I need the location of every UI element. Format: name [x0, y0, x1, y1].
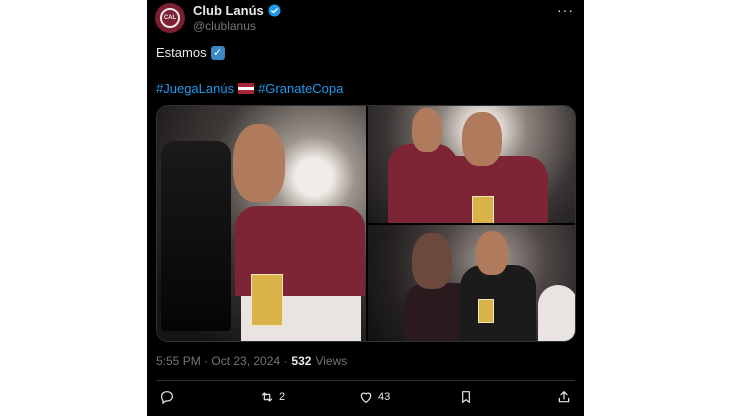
tweet-card: CAL Club Lanús @clublanus ··· Estamos ✓ … [147, 0, 584, 416]
share-button[interactable] [556, 389, 572, 405]
repost-icon [261, 392, 273, 402]
tweet-text: Estamos ✓ [156, 45, 225, 60]
player-head [412, 108, 442, 152]
author-avatar[interactable]: CAL [155, 3, 185, 33]
bookmark-icon [462, 391, 470, 403]
reply-icon [161, 391, 173, 405]
bookmark-button[interactable] [458, 389, 474, 405]
views-count: 532 [291, 354, 312, 368]
like-icon [360, 392, 372, 403]
credential-badge [478, 299, 494, 323]
post-timestamp[interactable]: 5:55 PM · Oct 23, 2024 · [156, 354, 287, 368]
photo-3[interactable] [368, 225, 575, 341]
post-meta: 5:55 PM · Oct 23, 2024 · 532 Views [156, 354, 347, 368]
reply-button[interactable] [159, 389, 175, 405]
player-head [476, 231, 508, 275]
repost-button[interactable]: 2 [259, 389, 285, 405]
tweet-text-word: Estamos [156, 45, 207, 60]
staff-shirt [538, 285, 575, 341]
more-options-button[interactable]: ··· [557, 2, 574, 18]
hashtag-granatecopa[interactable]: #GranateCopa [258, 81, 343, 96]
player-head [412, 233, 452, 289]
hashtag-line: #JuegaLanús #GranateCopa [156, 81, 343, 96]
check-mark-icon: ✓ [210, 45, 225, 60]
player-head [462, 112, 502, 166]
hashtag-juegalanus[interactable]: #JuegaLanús [156, 81, 234, 96]
author-handle[interactable]: @clublanus [193, 19, 256, 33]
photo-1[interactable] [157, 106, 366, 341]
share-icon [558, 391, 570, 403]
player-jacket [460, 265, 536, 341]
camera-silhouette [161, 141, 231, 331]
club-crest-icon: CAL [160, 8, 180, 28]
verified-badge-icon [268, 4, 281, 17]
credential-badge [251, 274, 283, 326]
credential-badge [472, 196, 494, 223]
like-button[interactable]: 43 [358, 389, 390, 405]
action-bar: 2 43 [156, 389, 575, 409]
latvia-flag-icon [238, 83, 255, 94]
actions-divider [156, 380, 575, 381]
author-name[interactable]: Club Lanús [193, 3, 264, 18]
like-count: 43 [378, 391, 391, 403]
repost-count: 2 [279, 391, 286, 403]
photo-grid [156, 105, 576, 342]
views-label: Views [315, 354, 348, 368]
author-name-row: Club Lanús [193, 3, 281, 18]
photo-2[interactable] [368, 106, 575, 223]
crest-letters: CAL [163, 15, 177, 21]
player-head [233, 124, 285, 202]
